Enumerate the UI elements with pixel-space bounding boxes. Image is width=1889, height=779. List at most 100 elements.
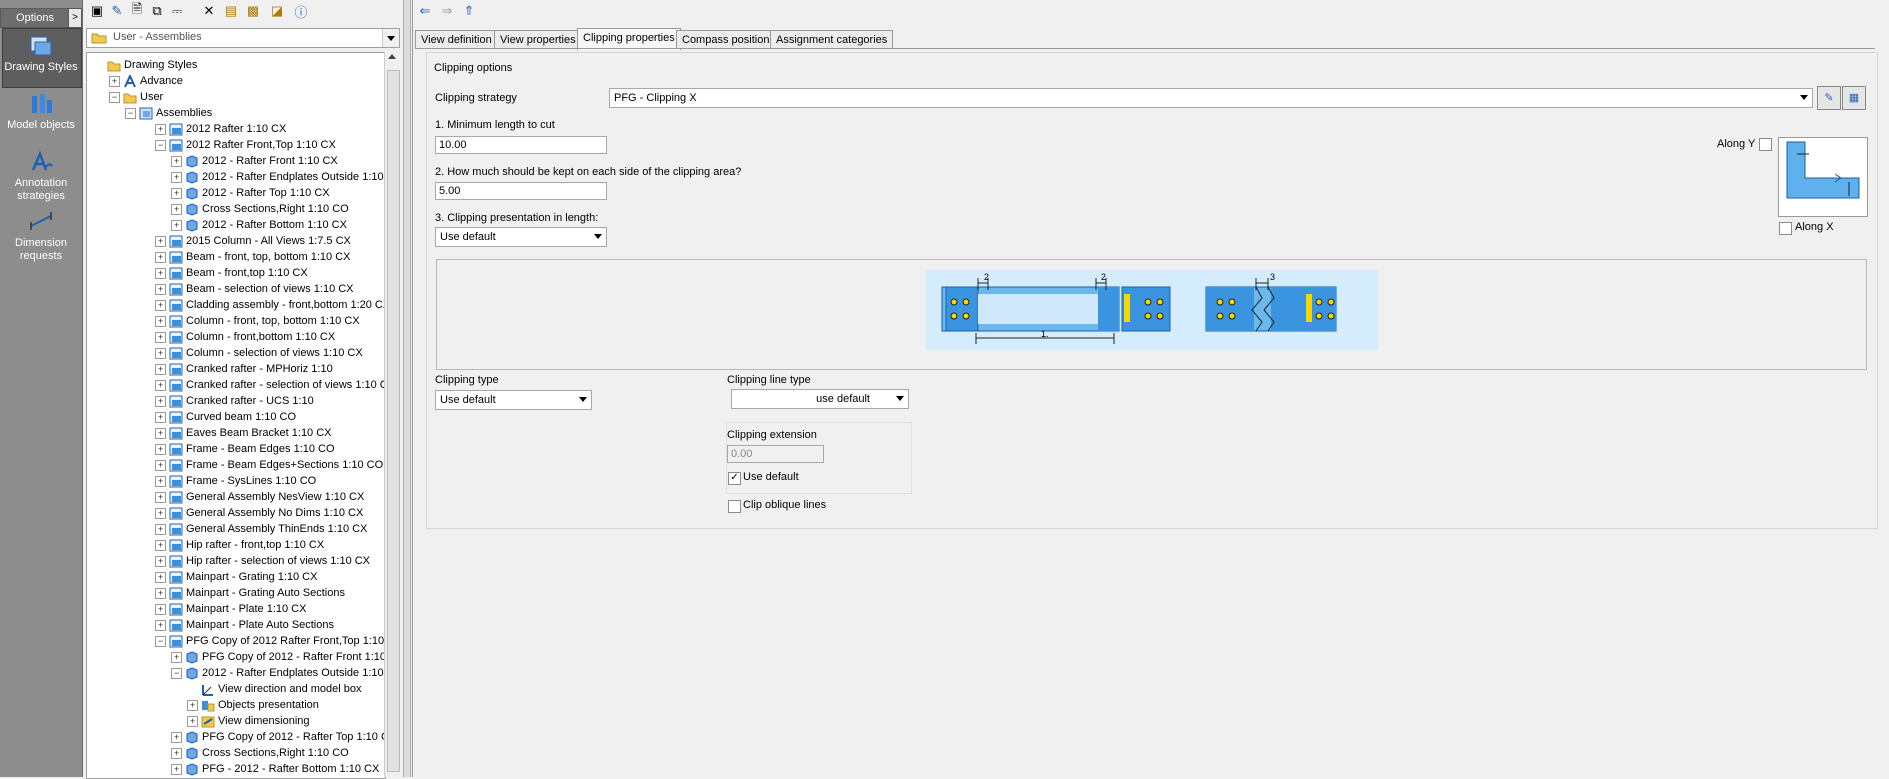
expand-toggle[interactable]: + [155, 428, 166, 439]
expand-toggle[interactable]: + [171, 652, 182, 663]
up-icon[interactable]: ⇑ [460, 2, 478, 20]
option-annotation-strategies[interactable]: Annotation strategies [0, 150, 82, 203]
forward-icon[interactable]: ⇒ [438, 2, 456, 20]
expand-toggle[interactable]: + [155, 572, 166, 583]
style-tree[interactable]: Drawing Styles + Advance − User − Assemblies +2… [86, 52, 386, 779]
tree-node[interactable]: PFG Copy of 2012 - Rafter Front 1:10 CX [185, 649, 385, 665]
tree-node[interactable]: Hip rafter - front,top 1:10 CX [169, 537, 324, 553]
tree-node[interactable]: Beam - front,top 1:10 CX [169, 265, 308, 281]
expand-toggle[interactable]: + [155, 380, 166, 391]
tree-node[interactable]: General Assembly NesView 1:10 CX [169, 489, 364, 505]
option-drawing-styles[interactable]: Drawing Styles [0, 34, 82, 74]
new-icon[interactable]: ▣ [88, 2, 106, 20]
expand-toggle[interactable]: + [155, 300, 166, 311]
tree-node[interactable]: PFG Copy of 2012 Rafter Front,Top 1:10 C… [169, 633, 385, 649]
properties-icon[interactable]: 🗎 [128, 1, 146, 20]
tree-node[interactable]: User [123, 89, 163, 105]
paste-icon[interactable]: ⎓ [168, 2, 186, 20]
along-y-checkbox[interactable] [1759, 138, 1772, 151]
combo-dropdown-button[interactable] [382, 29, 399, 47]
along-x-checkbox[interactable] [1779, 222, 1792, 235]
expand-toggle[interactable]: + [155, 508, 166, 519]
expand-toggle[interactable]: + [155, 348, 166, 359]
tree-node[interactable]: Objects presentation [201, 697, 319, 713]
copy-icon[interactable]: ⧉ [148, 2, 166, 20]
expand-toggle[interactable]: + [187, 700, 198, 711]
expand-toggle[interactable]: + [155, 476, 166, 487]
expand-toggle[interactable]: + [155, 236, 166, 247]
strategy-list-button[interactable]: ▦ [1842, 86, 1866, 110]
expand-toggle[interactable]: + [155, 396, 166, 407]
line-type-select[interactable]: use default [731, 389, 909, 409]
help-icon[interactable]: ⓘ [292, 2, 310, 20]
clipping-type-select[interactable]: Use default [435, 390, 592, 410]
tree-node[interactable]: Drawing Styles [107, 57, 197, 73]
expand-toggle[interactable]: − [155, 140, 166, 151]
tree-node[interactable]: Mainpart - Grating Auto Sections [169, 585, 345, 601]
tree-node[interactable]: View direction and model box [201, 681, 362, 697]
expand-toggle[interactable]: + [155, 460, 166, 471]
tree-node[interactable]: Column - front,bottom 1:10 CX [169, 329, 335, 345]
tree-node[interactable]: Frame - Beam Edges+Sections 1:10 CO [169, 457, 383, 473]
expand-toggle[interactable]: − [109, 92, 120, 103]
edit-icon[interactable]: ✎ [108, 2, 126, 20]
clipping-strategy-select[interactable]: PFG - Clipping X [609, 88, 1813, 108]
expand-toggle[interactable]: + [155, 524, 166, 535]
tree-node[interactable]: Cross Sections,Right 1:10 CO [185, 201, 349, 217]
expand-toggle[interactable]: + [155, 332, 166, 343]
option-dimension-requests[interactable]: Dimension requests [0, 210, 82, 263]
tree-node[interactable]: Mainpart - Plate Auto Sections [169, 617, 334, 633]
expand-toggle[interactable]: + [171, 156, 182, 167]
tab-clipping-properties[interactable]: Clipping properties [577, 28, 681, 50]
expand-toggle[interactable]: + [155, 124, 166, 135]
expand-toggle[interactable]: + [155, 444, 166, 455]
expand-toggle[interactable]: − [171, 668, 182, 679]
tree-node[interactable]: 2012 Rafter 1:10 CX [169, 121, 286, 137]
scroll-thumb[interactable] [387, 70, 400, 772]
tree-node[interactable]: Eaves Beam Bracket 1:10 CX [169, 425, 332, 441]
tree-node[interactable]: 2012 - Rafter Top 1:10 CX [185, 185, 330, 201]
expand-toggle[interactable]: + [171, 188, 182, 199]
tree-node[interactable]: 2012 Rafter Front,Top 1:10 CX [169, 137, 336, 153]
style-category-combo[interactable]: User - Assemblies [86, 28, 400, 48]
expand-toggle[interactable]: + [155, 492, 166, 503]
expand-toggle[interactable]: − [155, 636, 166, 647]
tab-compass-position[interactable]: Compass position [676, 30, 776, 49]
expand-toggle[interactable]: + [155, 284, 166, 295]
tab-view-definition[interactable]: View definition [415, 30, 498, 49]
tree-node[interactable]: Frame - Beam Edges 1:10 CO [169, 441, 335, 457]
back-icon[interactable]: ⇐ [416, 2, 434, 20]
expand-toggle[interactable]: + [155, 620, 166, 631]
tab-view-properties[interactable]: View properties [494, 30, 582, 49]
presentation-select[interactable]: Use default [435, 227, 607, 247]
tree-node[interactable]: Frame - SysLines 1:10 CO [169, 473, 316, 489]
folder-action-icon[interactable]: ◪ [268, 2, 286, 20]
tree-node[interactable]: 2012 - Rafter Endplates Outside 1:10 CO [185, 169, 385, 185]
tree-node[interactable]: Mainpart - Grating 1:10 CX [169, 569, 317, 585]
expand-toggle[interactable]: + [155, 588, 166, 599]
tree-node[interactable]: Mainpart - Plate 1:10 CX [169, 601, 306, 617]
expand-toggle[interactable]: + [187, 716, 198, 727]
tree-node[interactable]: Cranked rafter - selection of views 1:10… [169, 377, 385, 393]
expand-toggle[interactable]: + [171, 220, 182, 231]
use-default-checkbox[interactable]: ✓ [728, 472, 741, 485]
tree-node[interactable]: PFG - 2012 - Rafter Bottom 1:10 CX [185, 761, 379, 777]
clip-oblique-checkbox[interactable] [728, 500, 741, 513]
tree-scrollbar[interactable] [384, 52, 401, 777]
min-length-field[interactable] [435, 136, 607, 154]
tree-node[interactable]: 2015 Column - All Views 1:7.5 CX [169, 233, 351, 249]
kept-field[interactable] [435, 182, 607, 200]
tree-node[interactable]: Hip rafter - selection of views 1:10 CX [169, 553, 370, 569]
collapse-options-button[interactable]: > [68, 8, 82, 28]
tree-node[interactable]: 2012 - Rafter Bottom 1:10 CX [185, 217, 347, 233]
tree-node[interactable]: 2012 - Rafter Front 1:10 CX [185, 153, 338, 169]
expand-toggle[interactable]: + [171, 204, 182, 215]
tree-node[interactable]: 2012 - Rafter Endplates Outside 1:10 CO [185, 665, 385, 681]
edit-strategy-button[interactable]: ✎ [1817, 86, 1841, 110]
export-icon[interactable]: ▩ [244, 2, 262, 20]
tree-node[interactable]: Advance [123, 73, 183, 89]
tree-node[interactable]: Cranked rafter - MPHoriz 1:10 [169, 361, 333, 377]
tree-node[interactable]: Column - selection of views 1:10 CX [169, 345, 363, 361]
expand-toggle[interactable]: + [155, 364, 166, 375]
scroll-up-icon[interactable] [388, 54, 396, 59]
